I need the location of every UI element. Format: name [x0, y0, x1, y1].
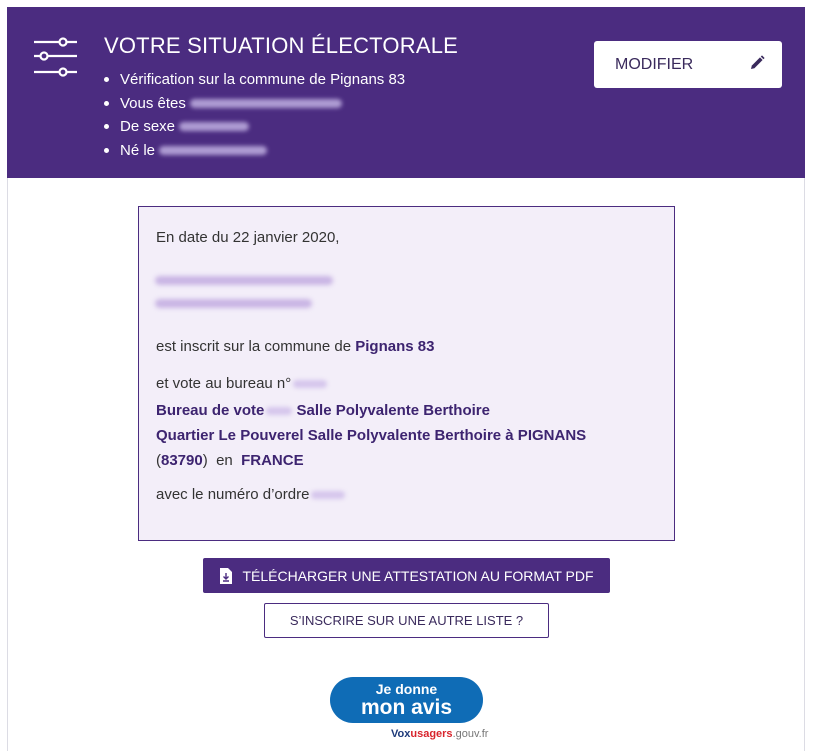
- list-item: Né le: [104, 139, 405, 163]
- commune-name: Pignans 83: [355, 338, 435, 355]
- modify-button[interactable]: MODIFIER: [594, 41, 782, 88]
- bureau-number-line: et vote au bureau n°: [156, 375, 328, 392]
- list-item: De sexe: [104, 115, 405, 139]
- list-item: Vérification sur la commune de Pignans 8…: [104, 68, 405, 92]
- feedback-line1: Je donne: [375, 681, 438, 697]
- redacted-sex: [179, 122, 250, 132]
- download-pdf-attestation-button[interactable]: TÉLÉCHARGER UNE ATTESTATION AU FORMAT PD…: [203, 558, 610, 593]
- give-feedback-button[interactable]: Je donne mon avis: [330, 677, 483, 723]
- pencil-icon: [751, 55, 765, 69]
- commune-verification-text: Vérification sur la commune de Pignans 8…: [120, 71, 406, 89]
- list-item: Vous êtes: [104, 92, 405, 116]
- voter-info-list: Vérification sur la commune de Pignans 8…: [104, 68, 405, 162]
- postcode-country-line: (83790) en FRANCE: [156, 452, 304, 469]
- registration-date: En date du 22 janvier 2020,: [156, 229, 340, 246]
- redacted-bureau-number: [293, 380, 328, 389]
- electoral-situation-header: VOTRE SITUATION ÉLECTORALE Vérification …: [7, 7, 805, 178]
- download-pdf-label: TÉLÉCHARGER UNE ATTESTATION AU FORMAT PD…: [242, 567, 594, 584]
- page-title: VOTRE SITUATION ÉLECTORALE: [104, 33, 459, 58]
- settings-sliders-icon: [34, 37, 77, 77]
- voxusagers-logo[interactable]: Voxusagers.gouv.fr: [391, 728, 488, 740]
- bureau-name-line: Bureau de vote Salle Polyvalente Berthoi…: [156, 402, 490, 419]
- order-number-line: avec le numéro d’ordre: [156, 486, 346, 503]
- electoral-registration-card: En date du 22 janvier 2020, est inscrit …: [138, 206, 675, 541]
- redacted-voter-name-line2: [155, 299, 312, 308]
- feedback-line2: mon avis: [360, 696, 453, 719]
- redacted-order-number: [311, 491, 346, 500]
- redacted-name: [189, 98, 342, 108]
- bureau-address: Quartier Le Pouverel Salle Polyvalente B…: [156, 427, 587, 444]
- download-document-icon: [220, 567, 233, 584]
- name-label: Vous êtes: [120, 94, 186, 112]
- commune-registration-line: est inscrit sur la commune de Pignans 83: [156, 338, 435, 355]
- register-other-list-label: S’INSCRIRE SUR UNE AUTRE LISTE ?: [289, 613, 524, 628]
- sex-label: De sexe: [120, 118, 176, 136]
- birth-label: Né le: [120, 141, 156, 159]
- country: FRANCE: [241, 452, 304, 469]
- redacted-voter-name: [155, 276, 333, 285]
- register-other-list-button[interactable]: S’INSCRIRE SUR UNE AUTRE LISTE ?: [264, 603, 549, 638]
- postcode: 83790: [161, 452, 203, 469]
- redacted-bureau-id: [266, 407, 293, 416]
- modify-button-label: MODIFIER: [615, 55, 694, 73]
- redacted-birthdate: [159, 145, 268, 155]
